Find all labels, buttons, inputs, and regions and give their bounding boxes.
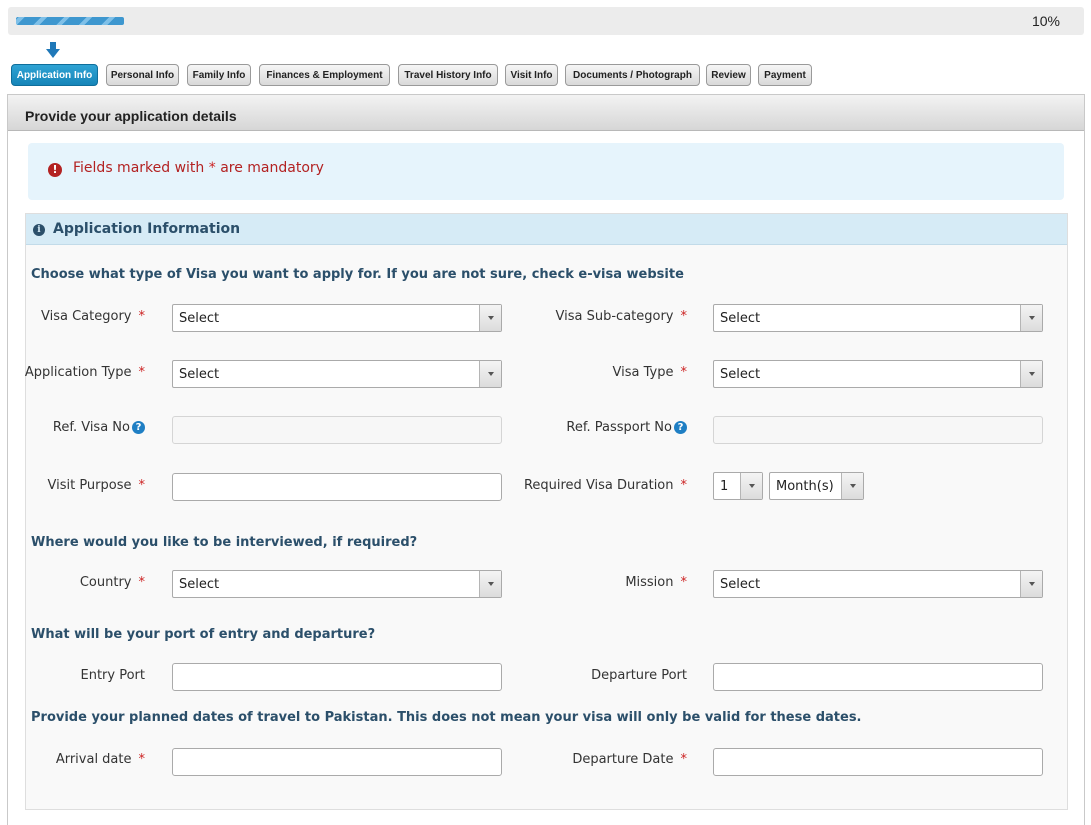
visa-subcategory-label: Visa Sub-category * <box>555 309 687 324</box>
departure-port-input[interactable] <box>713 663 1043 691</box>
exclamation-circle-icon: ! <box>48 163 62 177</box>
tab-finances-employment[interactable]: Finances & Employment <box>259 64 390 86</box>
chevron-down-icon[interactable] <box>1020 305 1042 331</box>
visa-category-select[interactable]: Select <box>172 304 502 332</box>
ref-visa-no-label: Ref. Visa No? <box>53 420 145 435</box>
alert-text: Fields marked with * are mandatory <box>73 160 324 176</box>
tab-documents-photograph[interactable]: Documents / Photograph <box>565 64 700 86</box>
arrival-date-input[interactable] <box>172 748 502 776</box>
departure-date-label: Departure Date * <box>572 752 687 767</box>
ref-passport-no-label: Ref. Passport No? <box>566 420 687 435</box>
progress-bar: 10% <box>8 7 1084 35</box>
visit-purpose-input[interactable] <box>172 473 502 501</box>
chevron-down-icon[interactable] <box>841 473 863 499</box>
visa-type-label: Visa Type * <box>612 365 687 380</box>
arrival-date-label: Arrival date * <box>55 752 145 767</box>
visa-category-label: Visa Category * <box>41 309 145 324</box>
country-label: Country * <box>79 575 145 590</box>
visa-duration-unit-select[interactable]: Month(s) <box>769 472 864 500</box>
chevron-down-icon[interactable] <box>479 361 501 387</box>
entry-port-input[interactable] <box>172 663 502 691</box>
chevron-down-icon[interactable] <box>1020 571 1042 597</box>
progress-percent: 10% <box>1031 13 1060 29</box>
chevron-down-icon[interactable] <box>1020 361 1042 387</box>
visa-duration-number: 1 <box>720 479 729 494</box>
visa-duration-number-select[interactable]: 1 <box>713 472 763 500</box>
application-type-select[interactable]: Select <box>172 360 502 388</box>
mandatory-alert: ! Fields marked with * are mandatory <box>28 143 1064 200</box>
tab-visit-info[interactable]: Visit Info <box>505 64 558 86</box>
visa-duration-unit: Month(s) <box>776 479 834 494</box>
country-select[interactable]: Select <box>172 570 502 598</box>
alert-star: * <box>208 160 216 176</box>
entry-port-label: Entry Port <box>80 668 146 683</box>
alert-suffix: are mandatory <box>220 160 324 176</box>
progress-fill <box>16 17 124 25</box>
visit-purpose-label: Visit Purpose * <box>47 478 145 493</box>
mission-label: Mission * <box>625 575 687 590</box>
arrow-down-icon <box>46 42 60 58</box>
application-panel: Provide your application details ! Field… <box>7 94 1085 825</box>
visa-duration-label: Required Visa Duration * <box>523 478 687 493</box>
port-heading: What will be your port of entry and depa… <box>31 627 376 642</box>
country-value: Select <box>179 577 220 592</box>
chevron-down-icon[interactable] <box>479 571 501 597</box>
mission-value: Select <box>720 577 761 592</box>
question-circle-icon[interactable]: ? <box>132 421 145 434</box>
application-type-label: Application Type * <box>24 365 145 380</box>
tab-payment[interactable]: Payment <box>758 64 812 86</box>
application-information-section: i Application Information Choose what typ… <box>25 213 1068 810</box>
ref-passport-no-input[interactable] <box>713 416 1043 444</box>
mission-select[interactable]: Select <box>713 570 1043 598</box>
chevron-down-icon[interactable] <box>740 473 762 499</box>
visa-category-value: Select <box>179 311 220 326</box>
application-type-value: Select <box>179 367 220 382</box>
visa-subcategory-value: Select <box>720 311 761 326</box>
tab-review[interactable]: Review <box>706 64 751 86</box>
visa-type-value: Select <box>720 367 761 382</box>
question-circle-icon[interactable]: ? <box>674 421 687 434</box>
info-circle-icon: i <box>33 224 45 236</box>
tab-personal-info[interactable]: Personal Info <box>106 64 179 86</box>
alert-prefix: Fields marked with <box>73 160 205 176</box>
visa-heading: Choose what type of Visa you want to app… <box>31 267 684 282</box>
departure-date-input[interactable] <box>713 748 1043 776</box>
tab-travel-history-info[interactable]: Travel History Info <box>398 64 498 86</box>
departure-port-label: Departure Port <box>591 668 687 683</box>
tab-family-info[interactable]: Family Info <box>187 64 251 86</box>
section-header: i Application Information <box>26 214 1067 245</box>
interview-heading: Where would you like to be interviewed, … <box>31 535 418 550</box>
panel-title: Provide your application details <box>8 95 1084 131</box>
section-title: Application Information <box>53 221 241 237</box>
ref-visa-no-input[interactable] <box>172 416 502 444</box>
visa-type-select[interactable]: Select <box>713 360 1043 388</box>
tab-application-info[interactable]: Application Info <box>11 64 98 86</box>
visa-subcategory-select[interactable]: Select <box>713 304 1043 332</box>
chevron-down-icon[interactable] <box>479 305 501 331</box>
dates-heading: Provide your planned dates of travel to … <box>31 710 862 725</box>
